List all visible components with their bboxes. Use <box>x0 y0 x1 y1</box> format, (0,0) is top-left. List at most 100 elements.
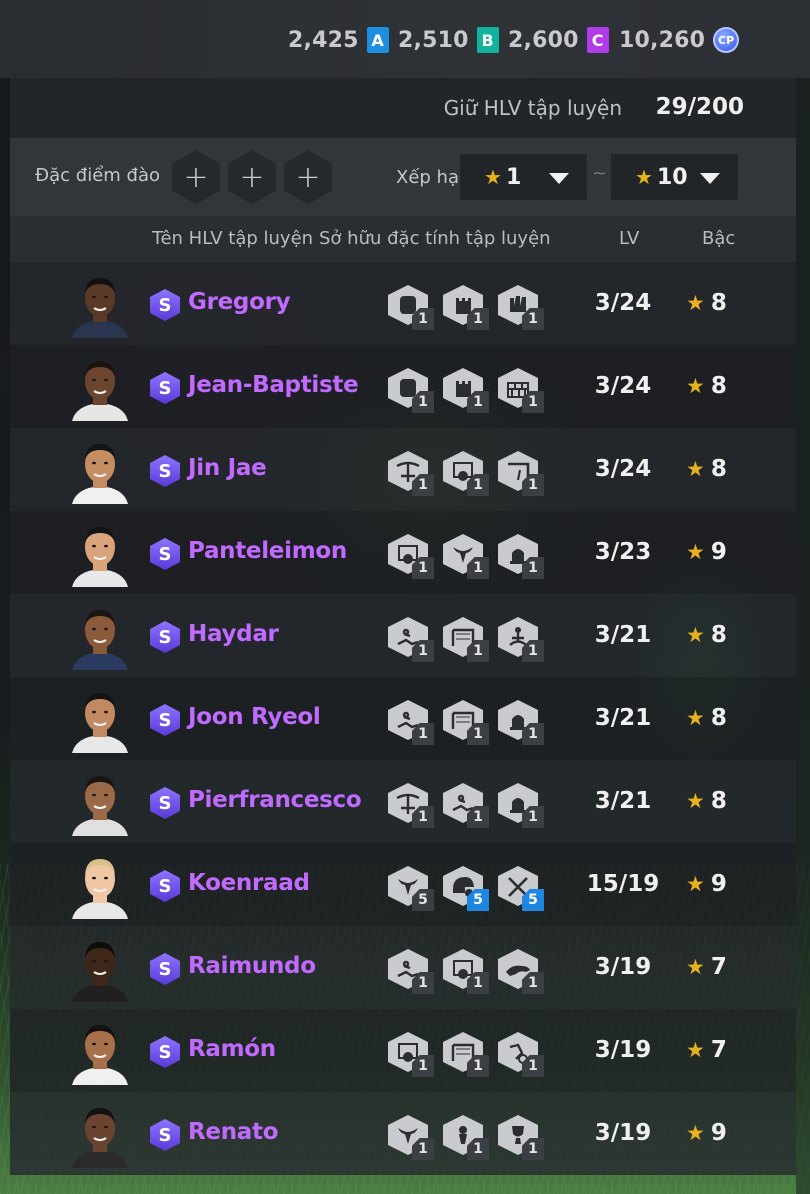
trait-badge[interactable]: 1 <box>496 1114 546 1160</box>
coach-row[interactable]: S Jean-Baptiste 1 1 1 3/24 ★ 8 <box>10 345 796 428</box>
trait-badge[interactable]: 1 <box>386 782 436 828</box>
coach-row[interactable]: S Ramón 1 1 1 3/19 ★ 7 <box>10 1009 796 1092</box>
trait-badge[interactable]: 1 <box>496 782 546 828</box>
coach-avatar <box>68 355 132 421</box>
scroll-edge <box>796 0 810 1194</box>
coach-grade: ★ 8 <box>686 373 727 399</box>
coach-grade: ★ 9 <box>686 871 727 897</box>
trait-badge[interactable]: 1 <box>496 367 546 413</box>
header-name[interactable]: Tên HLV tập luyện <box>152 228 313 249</box>
trait-badge[interactable]: 5 <box>441 865 491 911</box>
coach-name: Gregory <box>188 289 291 315</box>
coach-name: Joon Ryeol <box>188 704 321 730</box>
coach-row[interactable]: S Panteleimon 1 1 1 3/23 ★ 9 <box>10 511 796 594</box>
trait-badge[interactable]: 1 <box>496 284 546 330</box>
grade-value: 8 <box>710 622 727 648</box>
trait-badge[interactable]: 1 <box>441 1031 491 1077</box>
coach-row[interactable]: S Joon Ryeol 1 1 1 3/21 ★ 8 <box>10 677 796 760</box>
trait-badge[interactable]: 1 <box>386 533 436 579</box>
coach-row[interactable]: S Jin Jae 1 1 1 3/24 ★ 8 <box>10 428 796 511</box>
plus-icon: + <box>239 159 265 195</box>
b-ticket-icon: B <box>476 27 499 53</box>
star-icon: ★ <box>686 1038 705 1062</box>
trait-badge[interactable]: 1 <box>496 948 546 994</box>
grade-value: 8 <box>710 456 727 482</box>
trait-badge[interactable]: 1 <box>441 284 491 330</box>
header-traits[interactable]: Sở hữu đặc tính tập luyện <box>319 228 551 249</box>
coach-level: 15/19 <box>586 871 660 897</box>
coach-row[interactable]: S Pierfrancesco 1 1 1 3/21 ★ 8 <box>10 760 796 843</box>
trait-badge[interactable]: 1 <box>496 616 546 662</box>
trait-badge[interactable]: 1 <box>386 616 436 662</box>
star-icon: ★ <box>686 374 705 398</box>
coach-row[interactable]: S Raimundo 1 1 1 3/19 ★ 7 <box>10 926 796 1009</box>
trait-badge[interactable]: 1 <box>496 699 546 745</box>
header-grade[interactable]: Bậc <box>702 228 735 249</box>
trait-badge[interactable]: 1 <box>441 450 491 496</box>
s-rank-badge-icon: S <box>150 372 180 404</box>
rank-to-dropdown[interactable]: ★ 10 <box>611 154 738 200</box>
coach-grade: ★ 8 <box>686 622 727 648</box>
trait-badge[interactable]: 1 <box>441 1114 491 1160</box>
grade-value: 8 <box>710 705 727 731</box>
coach-avatar <box>68 687 132 753</box>
caret-down-icon <box>700 173 720 184</box>
trait-badge[interactable]: 1 <box>496 533 546 579</box>
star-icon: ★ <box>686 623 705 647</box>
coach-grade: ★ 9 <box>686 1120 727 1146</box>
coach-name: Renato <box>188 1119 279 1145</box>
coach-name: Pierfrancesco <box>188 787 362 813</box>
currency-b-value: 2,510 <box>398 27 469 53</box>
trait-badge[interactable]: 1 <box>386 1031 436 1077</box>
currency-b: 2,510 B <box>398 25 499 55</box>
cp-coin-icon: CP <box>713 27 740 53</box>
plus-icon: + <box>183 159 209 195</box>
trait-badge[interactable]: 1 <box>441 948 491 994</box>
holder-row: Giữ HLV tập luyện 29/200 <box>10 78 796 138</box>
trait-badge[interactable]: 1 <box>496 450 546 496</box>
trait-badge[interactable]: 1 <box>441 367 491 413</box>
trait-badge[interactable]: 1 <box>441 533 491 579</box>
add-trait-filter-button-2[interactable]: + <box>228 150 276 204</box>
coach-level: 3/21 <box>594 705 652 731</box>
rank-filter-label: Xếp hạng <box>396 167 460 188</box>
rank-from-value: 1 <box>505 164 522 190</box>
s-rank-badge-icon: S <box>150 1036 180 1068</box>
trait-badge[interactable]: 5 <box>386 865 436 911</box>
grade-value: 8 <box>710 373 727 399</box>
coach-avatar <box>68 770 132 836</box>
coach-name: Raimundo <box>188 953 316 979</box>
currency-cp: 10,260 CP <box>619 25 740 55</box>
trainer-panel: Giữ HLV tập luyện 29/200 Đặc điểm đào + … <box>10 78 796 1194</box>
currency-c: 2,600 C <box>508 25 609 55</box>
header-lv[interactable]: LV <box>619 228 639 249</box>
c-ticket-icon: C <box>586 27 609 53</box>
rank-from-dropdown[interactable]: ★ 1 <box>460 154 587 200</box>
trait-badge[interactable]: 1 <box>496 1031 546 1077</box>
trait-badge[interactable]: 1 <box>441 782 491 828</box>
add-trait-filter-button-1[interactable]: + <box>172 150 220 204</box>
s-rank-badge-icon: S <box>150 1119 180 1151</box>
s-rank-badge-icon: S <box>150 870 180 902</box>
trait-badge[interactable]: 5 <box>496 865 546 911</box>
coach-level: 3/19 <box>594 1037 652 1063</box>
coach-row[interactable]: S Koenraad 5 5 5 15/19 ★ 9 <box>10 843 796 926</box>
trait-badge[interactable]: 1 <box>441 699 491 745</box>
trait-badge[interactable]: 1 <box>386 1114 436 1160</box>
trait-badge[interactable]: 1 <box>386 948 436 994</box>
coach-row[interactable]: S Renato 1 1 1 3/19 ★ 9 <box>10 1092 796 1175</box>
trait-badge[interactable]: 1 <box>386 284 436 330</box>
trait-badge[interactable]: 1 <box>386 367 436 413</box>
coach-grade: ★ 8 <box>686 290 727 316</box>
trait-badge[interactable]: 1 <box>386 450 436 496</box>
s-rank-badge-icon: S <box>150 621 180 653</box>
coach-row[interactable]: S Gregory 1 1 1 3/24 ★ 8 <box>10 262 796 345</box>
plus-icon: + <box>295 159 321 195</box>
coach-level: 3/24 <box>594 290 652 316</box>
coach-row[interactable]: S Haydar 1 1 1 3/21 ★ 8 <box>10 594 796 677</box>
star-icon: ★ <box>686 955 705 979</box>
trait-badge[interactable]: 1 <box>386 699 436 745</box>
add-trait-filter-button-3[interactable]: + <box>284 150 332 204</box>
coach-name: Koenraad <box>188 870 310 896</box>
trait-badge[interactable]: 1 <box>441 616 491 662</box>
